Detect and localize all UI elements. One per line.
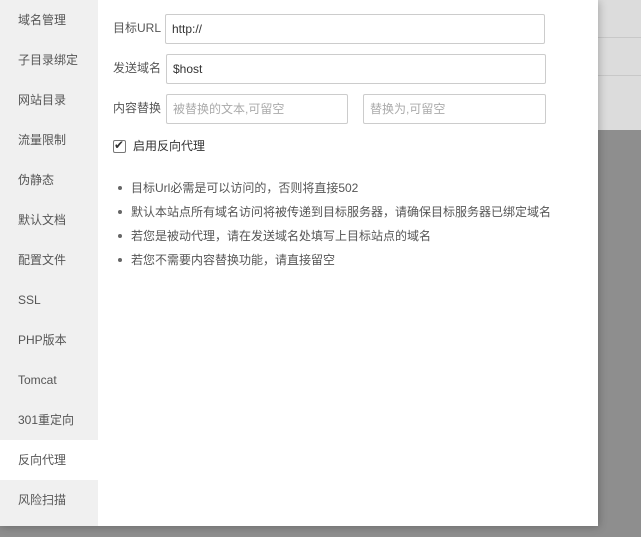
replace-to-input[interactable] xyxy=(363,94,546,124)
target-url-input[interactable] xyxy=(165,14,545,44)
checkmark-icon: ✔ xyxy=(114,137,125,152)
tip-text: 目标Url必需是可以访问的，否则将直接502 xyxy=(131,181,359,195)
tip-text: 若您是被动代理，请在发送域名处填写上目标站点的域名 xyxy=(131,229,432,243)
send-domain-label: 发送域名 xyxy=(113,61,162,75)
bullet-icon xyxy=(118,234,122,238)
background-panel xyxy=(598,0,641,130)
bullet-icon xyxy=(118,258,122,262)
background-divider xyxy=(598,75,641,76)
sidebar-item-config-file[interactable]: 配置文件 xyxy=(0,240,98,280)
enable-proxy-checkbox[interactable]: ✔ xyxy=(113,137,126,153)
content-replace-label: 内容替换 xyxy=(113,101,162,115)
site-settings-modal: 域名管理 子目录绑定 网站目录 流量限制 伪静态 默认文档 配置文件 SSL P… xyxy=(0,0,598,526)
tip-text: 若您不需要内容替换功能，请直接留空 xyxy=(131,253,336,267)
sidebar-item-subdirectory-binding[interactable]: 子目录绑定 xyxy=(0,40,98,80)
tip-item: 默认本站点所有域名访问将被传递到目标服务器，请确保目标服务器已绑定域名 xyxy=(116,200,551,224)
sidebar-item-site-directory[interactable]: 网站目录 xyxy=(0,80,98,120)
sidebar-item-risk-scan[interactable]: 风险扫描 xyxy=(0,480,98,520)
enable-proxy-label[interactable]: 启用反向代理 xyxy=(133,136,205,156)
send-domain-input[interactable] xyxy=(166,54,546,84)
enable-proxy-row[interactable]: ✔ 启用反向代理 xyxy=(113,136,205,156)
sidebar-item-traffic-limit[interactable]: 流量限制 xyxy=(0,120,98,160)
tip-item: 若您是被动代理，请在发送域名处填写上目标站点的域名 xyxy=(116,224,551,248)
sidebar-item-php-version[interactable]: PHP版本 xyxy=(0,320,98,360)
sidebar-item-domain-management[interactable]: 域名管理 xyxy=(0,0,98,40)
tip-item: 目标Url必需是可以访问的，否则将直接502 xyxy=(116,176,551,200)
sidebar-item-ssl[interactable]: SSL xyxy=(0,280,98,320)
sidebar-item-rewrite[interactable]: 伪静态 xyxy=(0,160,98,200)
background-divider xyxy=(598,37,641,38)
bullet-icon xyxy=(118,186,122,190)
target-url-label: 目标URL xyxy=(113,21,162,35)
settings-sidebar: 域名管理 子目录绑定 网站目录 流量限制 伪静态 默认文档 配置文件 SSL P… xyxy=(0,0,98,526)
sidebar-item-reverse-proxy[interactable]: 反向代理 xyxy=(0,440,98,480)
reverse-proxy-panel: 目标URL 发送域名 内容替换 ✔ 启用反向代理 目标Url必需是可以访问的，否… xyxy=(98,0,598,526)
tip-item: 若您不需要内容替换功能，请直接留空 xyxy=(116,248,551,272)
sidebar-item-tomcat[interactable]: Tomcat xyxy=(0,360,98,400)
sidebar-item-301-redirect[interactable]: 301重定向 xyxy=(0,400,98,440)
tips-list: 目标Url必需是可以访问的，否则将直接502 默认本站点所有域名访问将被传递到目… xyxy=(116,176,551,272)
tip-text: 默认本站点所有域名访问将被传递到目标服务器，请确保目标服务器已绑定域名 xyxy=(131,205,552,219)
sidebar-item-default-document[interactable]: 默认文档 xyxy=(0,200,98,240)
bullet-icon xyxy=(118,210,122,214)
replace-from-input[interactable] xyxy=(166,94,348,124)
